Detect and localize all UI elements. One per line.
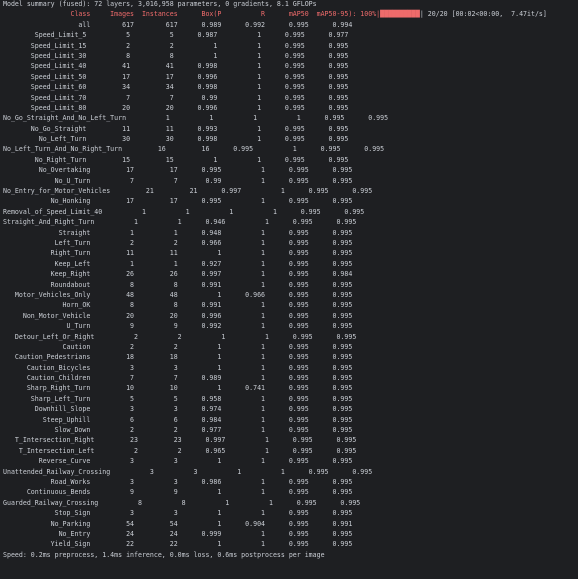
table-row: all 617 617 0.989 0.992 0.995 0.994 [3,20,353,29]
model-summary-line: Model summary (fused): 72 layers, 3,016,… [3,0,317,8]
table-row: Caution 2 2 1 1 0.995 0.995 [3,342,353,351]
table-row: No_Overtaking 17 17 0.995 1 0.995 0.995 [3,166,353,175]
table-row: No_Entry_for_Motor_Vehicles 21 21 0.997 … [3,187,373,196]
table-row: Continuous_Bends 9 9 1 1 0.995 0.995 [3,488,353,497]
table-row: Road_Works 3 3 0.986 1 0.995 0.995 [3,477,353,486]
table-row: No_Entry 24 24 0.999 1 0.995 0.995 [3,529,353,538]
table-header-line: Class Images Instances Box(P R mAP50 mAP… [3,9,578,19]
table-row: U_Turn 9 9 0.992 1 0.995 0.995 [3,322,353,331]
table-row: No_Go_Straight 11 11 0.993 1 0.995 0.995 [3,124,349,133]
progress-bar: ██████████ [380,10,420,19]
table-row: Speed_Limit_40 41 41 0.998 1 0.995 0.995 [3,62,349,71]
progress-status: | 20/20 [00:02<00:00, 7.47it/s] [419,10,547,19]
table-row: Yield_Sign 22 22 1 1 0.995 0.995 [3,540,353,549]
table-row: Caution_Children 7 7 0.989 1 0.995 0.995 [3,374,353,383]
table-row: Keep_Right 26 26 0.997 1 0.995 0.984 [3,270,353,279]
table-row: Steep_Uphill 6 6 0.984 1 0.995 0.995 [3,415,353,424]
table-row: Speed_Limit_15 2 2 1 1 0.995 0.995 [3,41,349,50]
table-row: Reverse_Curve 3 3 1 1 0.995 0.995 [3,457,353,466]
terminal-output: Model summary (fused): 72 layers, 3,016,… [3,0,578,579]
table-row: Sharp_Left_Turn 5 5 0.958 1 0.995 0.995 [3,394,353,403]
table-row: Speed_Limit_50 17 17 0.996 1 0.995 0.995 [3,72,349,81]
table-row: Unattended_Railway_Crossing 3 3 1 1 0.99… [3,467,373,476]
table-row: Keep_Left 1 1 0.927 1 0.995 0.995 [3,259,353,268]
table-row: Guarded_Railway_Crossing 8 8 1 1 0.995 0… [3,498,361,507]
table-row: Roundabout 8 8 0.991 1 0.995 0.995 [3,280,353,289]
table-row: T_Intersection_Right 23 23 0.997 1 0.995… [3,436,357,445]
table-row: Sharp_Right_Turn 10 10 1 0.741 0.995 0.9… [3,384,353,393]
table-row: Caution_Pedestrians 18 18 1 1 0.995 0.99… [3,353,353,362]
table-row: Detour_Left_Or_Right 2 2 1 1 0.995 0.995 [3,332,357,341]
table-row: Straight_And_Right_Turn 1 1 0.946 1 0.99… [3,218,357,227]
table-row: No_U_Turn 7 7 0.99 1 0.995 0.995 [3,176,353,185]
table-row: Caution_Bicycles 3 3 1 1 0.995 0.995 [3,363,353,372]
table-row: Speed_Limit_70 7 7 0.99 1 0.995 0.995 [3,93,349,102]
table-row: Stop_Sign 3 3 1 1 0.995 0.995 [3,509,353,518]
table-row: Motor_Vehicles_Only 48 48 1 0.966 0.995 … [3,290,353,299]
table-row: No_Left_Turn 30 30 0.998 1 0.995 0.995 [3,135,349,144]
table-row: Slow_Down 2 2 0.977 1 0.995 0.995 [3,426,353,435]
table-row: No_Honking 17 17 0.995 1 0.995 0.995 [3,197,353,206]
table-row: Straight 1 1 0.948 1 0.995 0.995 [3,228,353,237]
table-row: Right_Turn 11 11 1 1 0.995 0.995 [3,249,353,258]
table-row: No_Go_Straight_And_No_Left_Turn 1 1 1 1 … [3,114,389,123]
table-row: T_Intersection_Left 2 2 0.965 1 0.995 0.… [3,446,357,455]
table-header-columns: Class Images Instances Box(P R mAP50 mAP… [3,10,381,19]
table-row: Speed_Limit_30 8 8 1 1 0.995 0.995 [3,51,349,60]
table-row: Speed_Limit_60 34 34 0.998 1 0.995 0.995 [3,83,349,92]
table-row: No_Right_Turn 15 15 1 1 0.995 0.995 [3,155,349,164]
results-table: all 617 617 0.989 0.992 0.995 0.994 Spee… [3,20,578,550]
table-row: Non_Motor_Vehicle 20 20 0.996 1 0.995 0.… [3,311,353,320]
table-row: Horn_OK 8 8 0.991 1 0.995 0.995 [3,301,353,310]
table-row: Downhill_Slope 3 3 0.974 1 0.995 0.995 [3,405,353,414]
table-row: Speed_Limit_80 20 20 0.996 1 0.995 0.995 [3,103,349,112]
speed-line: Speed: 0.2ms preprocess, 1.4ms inference… [3,550,325,559]
table-row: No_Left_Turn_And_No_Right_Turn 16 16 0.9… [3,145,385,154]
table-row: Speed_Limit_5 5 5 0.987 1 0.995 0.977 [3,31,349,40]
table-row: Left_Turn 2 2 0.966 1 0.995 0.995 [3,238,353,247]
table-row: Removal_of_Speed_Limit_40 1 1 1 1 0.995 … [3,207,365,216]
table-row: No_Parking 54 54 1 0.904 0.995 0.991 [3,519,353,528]
